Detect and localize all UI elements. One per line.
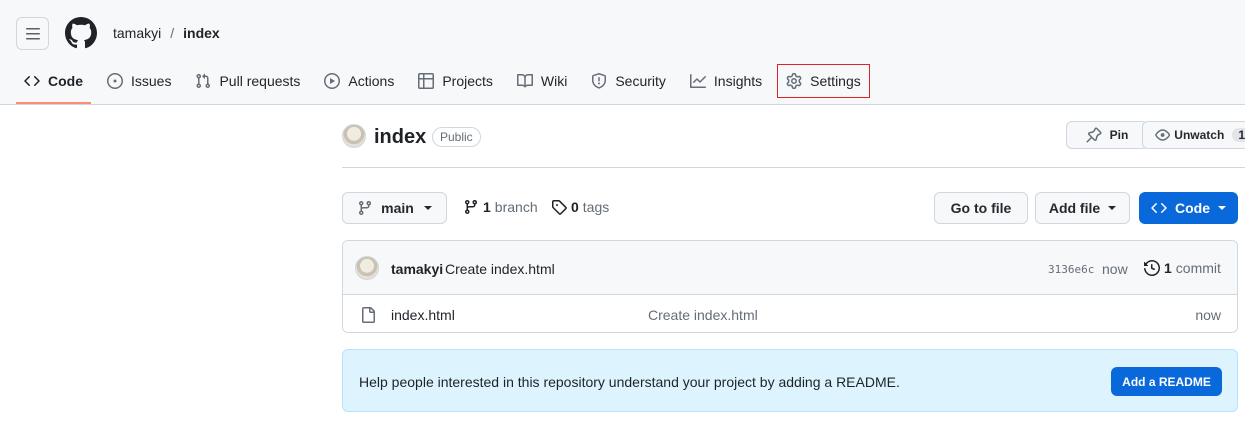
tab-settings[interactable]: Settings [777, 64, 870, 98]
repo-header: tamakyi / index Code Issues Pull request… [0, 0, 1245, 105]
code-icon [1151, 202, 1167, 214]
pin-button[interactable]: Pin [1066, 121, 1148, 149]
shield-icon [592, 73, 607, 89]
pin-icon [1086, 127, 1102, 143]
git-branch-icon [464, 200, 477, 215]
tab-label: Security [615, 73, 666, 89]
code-icon [24, 75, 40, 87]
git-branch-icon [359, 201, 372, 216]
branch-count: 1 [483, 199, 491, 215]
tab-label: Settings [810, 73, 861, 89]
pin-label: Pin [1109, 128, 1129, 142]
divider [342, 167, 1245, 168]
commit-time: now [1102, 261, 1128, 277]
file-commit-time: now [1195, 307, 1221, 323]
issue-opened-icon [107, 73, 123, 89]
breadcrumb: tamakyi / index [113, 24, 220, 42]
code-label: Code [1175, 200, 1210, 216]
breadcrumb-owner[interactable]: tamakyi [113, 25, 161, 41]
table-row: index.html Create index.html now [343, 296, 1237, 332]
tab-security[interactable]: Security [583, 60, 674, 102]
tag-icon [552, 200, 567, 215]
commit-count: 1 [1164, 260, 1172, 276]
owner-avatar[interactable] [342, 124, 366, 148]
code-button[interactable]: Code [1139, 192, 1238, 224]
tab-label: Actions [348, 73, 395, 89]
branch-name: main [381, 200, 414, 216]
unwatch-label: Unwatch [1174, 128, 1225, 142]
file-commit-message[interactable]: Create index.html [648, 307, 758, 323]
branch-selector[interactable]: main [342, 192, 447, 224]
watch-count: 1 [1232, 128, 1245, 142]
branches-link[interactable]: 1 branch [463, 199, 538, 215]
file-icon [362, 307, 375, 323]
tab-insights[interactable]: Insights [682, 60, 770, 102]
visibility-badge: Public [432, 127, 481, 147]
branch-label: branch [494, 199, 538, 215]
breadcrumb-repo[interactable]: index [183, 25, 220, 41]
readme-banner: Help people interested in this repositor… [342, 349, 1238, 412]
gear-icon [786, 73, 802, 89]
commit-sha[interactable]: 3136e6c [1048, 263, 1094, 276]
go-to-file-button[interactable]: Go to file [934, 192, 1028, 224]
history-icon [1144, 260, 1160, 276]
tab-label: Insights [713, 73, 763, 89]
commit-label: commit [1175, 260, 1221, 276]
eye-icon [1155, 129, 1171, 141]
chevron-down-icon [1108, 206, 1117, 210]
commit-message[interactable]: Create index.html [445, 261, 555, 277]
file-browser: tamakyi Create index.html 3136e6c now 1 … [342, 240, 1238, 333]
menu-button[interactable] [16, 17, 49, 50]
tab-label: Pull requests [219, 73, 301, 89]
readme-banner-text: Help people interested in this repositor… [359, 374, 900, 390]
tab-issues[interactable]: Issues [99, 60, 179, 102]
tab-label: Code [48, 73, 83, 89]
unwatch-button[interactable]: Unwatch 1 [1142, 121, 1245, 149]
tab-label: Wiki [540, 73, 568, 89]
add-readme-button[interactable]: Add a README [1111, 367, 1222, 396]
tab-pull-requests[interactable]: Pull requests [187, 60, 308, 102]
tab-actions[interactable]: Actions [316, 60, 402, 102]
tag-count: 0 [571, 199, 579, 215]
hamburger-icon [25, 27, 40, 39]
tags-link[interactable]: 0 tags [551, 199, 609, 215]
chevron-down-icon [1218, 206, 1226, 210]
repo-nav-tabs: Code Issues Pull requests Actions Projec… [16, 60, 877, 105]
table-icon [418, 73, 435, 89]
breadcrumb-separator: / [170, 25, 175, 41]
tab-projects[interactable]: Projects [410, 60, 501, 102]
commits-link[interactable]: 1 commit [1144, 260, 1221, 276]
file-name[interactable]: index.html [391, 307, 455, 323]
tab-label: Issues [131, 73, 172, 89]
github-mark-icon[interactable] [65, 17, 97, 49]
latest-commit-row: tamakyi Create index.html 3136e6c now 1 … [343, 241, 1237, 295]
tab-label: Projects [442, 73, 493, 89]
play-icon [324, 73, 341, 89]
add-file-button[interactable]: Add file [1035, 192, 1130, 224]
chevron-down-icon [423, 206, 432, 210]
commit-author[interactable]: tamakyi [391, 261, 443, 277]
graph-icon [689, 74, 706, 88]
repo-title[interactable]: index [374, 126, 426, 149]
tab-code[interactable]: Code [16, 60, 91, 104]
add-file-label: Add file [1048, 200, 1101, 216]
tab-wiki[interactable]: Wiki [509, 60, 575, 102]
book-icon [516, 73, 533, 88]
tag-label: tags [582, 199, 610, 215]
git-pull-request-icon [196, 73, 211, 89]
avatar[interactable] [355, 256, 379, 280]
